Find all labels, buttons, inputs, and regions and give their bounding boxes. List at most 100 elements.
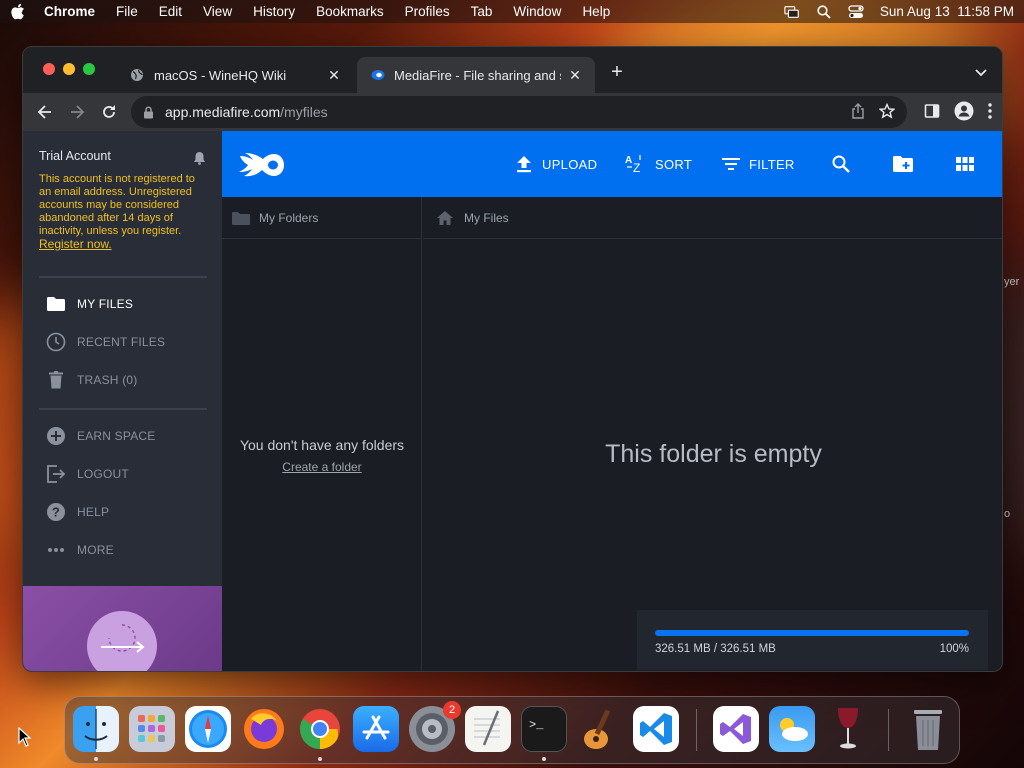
mediafire-logo-icon[interactable] bbox=[236, 149, 284, 179]
sidebar-item-label: HELP bbox=[77, 505, 110, 519]
menu-tab[interactable]: Tab bbox=[471, 4, 493, 19]
menu-edit[interactable]: Edit bbox=[159, 4, 182, 19]
apple-icon[interactable] bbox=[10, 3, 26, 20]
garageband-icon[interactable] bbox=[577, 706, 623, 752]
side-panel-icon[interactable] bbox=[924, 103, 940, 124]
dock-separator bbox=[696, 709, 697, 751]
menu-clock[interactable]: Sun Aug 13 11:58 PM bbox=[880, 4, 1014, 19]
tab-search-chevron-icon[interactable] bbox=[974, 65, 988, 77]
globe-icon bbox=[129, 67, 145, 83]
firefox-icon[interactable] bbox=[241, 706, 287, 752]
help-icon: ? bbox=[45, 501, 67, 523]
home-icon[interactable] bbox=[437, 210, 455, 226]
background-window-text-2: o bbox=[1004, 508, 1011, 520]
trash-icon[interactable] bbox=[905, 706, 951, 752]
promo-banner[interactable] bbox=[23, 586, 222, 671]
menu-app-name[interactable]: Chrome bbox=[44, 4, 95, 19]
notification-badge: 2 bbox=[443, 701, 461, 719]
zoom-window-button[interactable] bbox=[83, 63, 95, 75]
sidebar-item-logout[interactable]: LOGOUT bbox=[45, 462, 129, 486]
textedit-icon[interactable] bbox=[465, 706, 511, 752]
sidebar-item-earn-space[interactable]: EARN SPACE bbox=[45, 424, 155, 448]
mediafire-header: UPLOAD AZ SORT FILTER bbox=[222, 131, 1002, 197]
lock-icon[interactable] bbox=[143, 105, 155, 119]
files-breadcrumb: My Files bbox=[423, 197, 1002, 239]
storage-progress-bar bbox=[655, 630, 969, 636]
upload-button[interactable]: UPLOAD bbox=[514, 154, 597, 174]
new-folder-icon[interactable] bbox=[892, 153, 914, 175]
filter-button[interactable]: FILTER bbox=[721, 154, 795, 174]
menu-window[interactable]: Window bbox=[513, 4, 561, 19]
sidebar-item-label: MY FILES bbox=[77, 297, 134, 311]
tab-winehq[interactable]: macOS - WineHQ Wiki ✕ bbox=[117, 57, 354, 93]
register-now-link[interactable]: Register now. bbox=[39, 237, 112, 251]
sidebar-divider bbox=[39, 276, 207, 278]
sidebar-item-label: RECENT FILES bbox=[77, 335, 166, 349]
launchpad-icon[interactable] bbox=[129, 706, 175, 752]
tab-title: macOS - WineHQ Wiki bbox=[154, 67, 287, 83]
no-folders-message: You don't have any folders bbox=[239, 437, 405, 453]
new-tab-button[interactable]: + bbox=[607, 62, 627, 83]
sidebar-item-recent-files[interactable]: RECENT FILES bbox=[45, 330, 165, 354]
menu-bookmarks[interactable]: Bookmarks bbox=[316, 4, 384, 19]
chrome-icon[interactable] bbox=[297, 706, 343, 752]
close-tab-icon[interactable]: ✕ bbox=[567, 67, 583, 83]
storage-used-text: 326.51 MB / 326.51 MB bbox=[655, 643, 776, 655]
svg-text:Z: Z bbox=[633, 161, 641, 174]
transfer-arrow-icon bbox=[101, 624, 145, 653]
finder-icon[interactable] bbox=[73, 706, 119, 752]
url-host: app.mediafire.com bbox=[165, 104, 281, 120]
sidebar-item-more[interactable]: MORE bbox=[45, 538, 114, 562]
bookmark-star-icon[interactable] bbox=[878, 102, 896, 122]
weather-icon[interactable] bbox=[769, 706, 815, 752]
safari-icon[interactable] bbox=[185, 706, 231, 752]
vscode-icon[interactable] bbox=[633, 706, 679, 752]
notification-bell-icon[interactable] bbox=[193, 151, 207, 165]
wine-icon[interactable] bbox=[825, 706, 871, 752]
menu-history[interactable]: History bbox=[253, 4, 295, 19]
sidebar-item-my-files[interactable]: MY FILES bbox=[45, 292, 133, 316]
mediafire-icon bbox=[369, 67, 385, 83]
sort-label: SORT bbox=[655, 156, 693, 172]
screen-mirroring-icon[interactable] bbox=[784, 5, 800, 19]
tab-title: MediaFire - File sharing and sto bbox=[394, 67, 561, 83]
share-icon[interactable] bbox=[851, 102, 865, 122]
sidebar-item-help[interactable]: ? HELP bbox=[45, 500, 109, 524]
forward-button[interactable] bbox=[63, 98, 91, 126]
grid-view-icon[interactable] bbox=[954, 153, 976, 175]
menu-help[interactable]: Help bbox=[582, 4, 610, 19]
folders-pane: My Folders You don't have any folders Cr… bbox=[222, 197, 422, 671]
search-icon[interactable] bbox=[830, 153, 852, 175]
sidebar-item-label: EARN SPACE bbox=[77, 429, 156, 443]
folder-icon bbox=[232, 210, 250, 226]
breadcrumb-my-files[interactable]: My Files bbox=[464, 211, 509, 225]
sort-button[interactable]: AZ SORT bbox=[625, 154, 692, 174]
chrome-menu-icon[interactable] bbox=[988, 103, 992, 124]
menu-profiles[interactable]: Profiles bbox=[405, 4, 450, 19]
address-bar[interactable]: app.mediafire.com/myfiles bbox=[131, 96, 907, 128]
reload-button[interactable] bbox=[95, 98, 123, 126]
visual-studio-icon[interactable] bbox=[713, 706, 759, 752]
menu-file[interactable]: File bbox=[116, 4, 138, 19]
folder-icon bbox=[45, 293, 67, 315]
sidebar-item-trash[interactable]: TRASH (0) bbox=[45, 368, 137, 392]
system-settings-icon[interactable]: 2 bbox=[409, 701, 461, 752]
folders-header-label: My Folders bbox=[259, 210, 319, 225]
terminal-icon[interactable]: >_ bbox=[521, 706, 567, 752]
menu-view[interactable]: View bbox=[203, 4, 232, 19]
back-button[interactable] bbox=[31, 98, 59, 126]
sidebar-item-label: TRASH (0) bbox=[77, 373, 138, 387]
tab-mediafire[interactable]: MediaFire - File sharing and sto ✕ bbox=[357, 57, 595, 93]
spotlight-search-icon[interactable] bbox=[816, 4, 832, 19]
close-tab-icon[interactable]: ✕ bbox=[326, 67, 342, 83]
sort-az-icon: AZ bbox=[625, 154, 647, 174]
profile-avatar-icon[interactable] bbox=[954, 101, 974, 126]
close-window-button[interactable] bbox=[43, 63, 55, 75]
dock-separator bbox=[888, 709, 889, 751]
control-center-icon[interactable] bbox=[848, 4, 864, 19]
create-folder-link[interactable]: Create a folder bbox=[222, 460, 422, 474]
account-title: Trial Account bbox=[39, 149, 111, 163]
app-store-icon[interactable] bbox=[353, 706, 399, 752]
svg-text:?: ? bbox=[52, 505, 60, 520]
minimize-window-button[interactable] bbox=[63, 63, 75, 75]
